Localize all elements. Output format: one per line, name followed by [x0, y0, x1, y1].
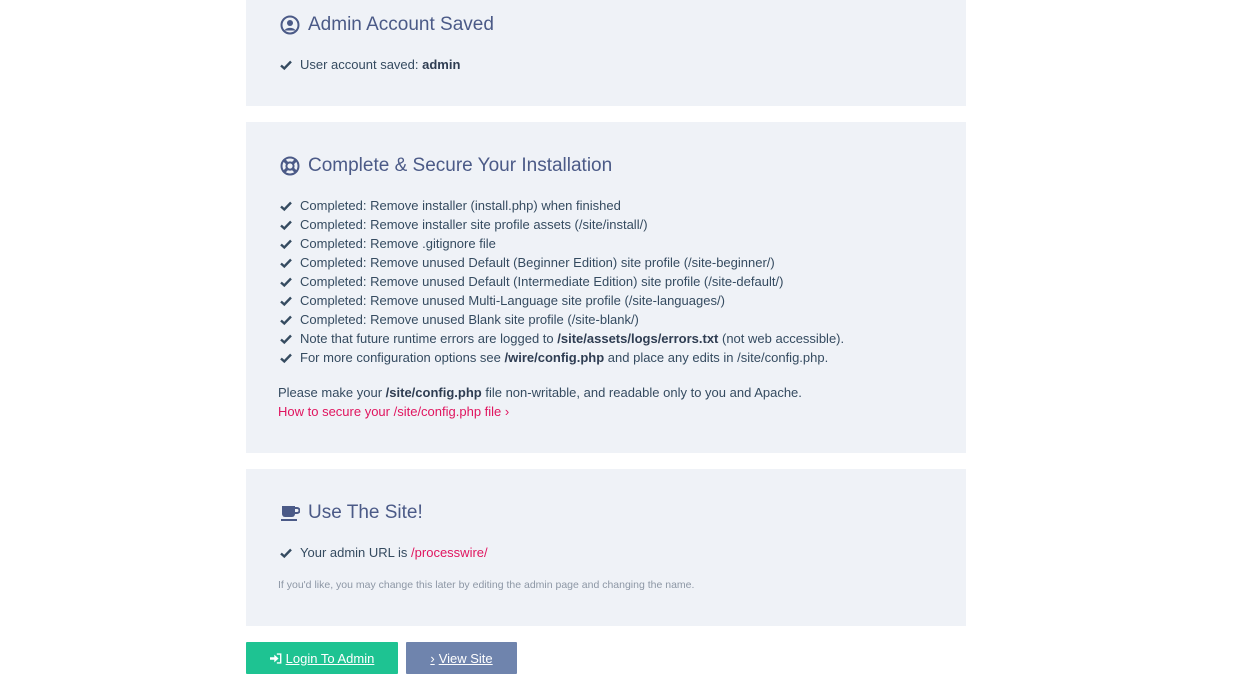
list-item: Completed: Remove unused Blank site prof…: [280, 310, 844, 329]
chevron-right-icon: ›: [504, 404, 510, 419]
saved-list: User account saved: admin: [280, 55, 460, 74]
admin-url-link[interactable]: /processwire/: [411, 543, 488, 562]
permissions-text-before: Please make your: [278, 385, 386, 400]
check-icon: [280, 258, 292, 268]
errors-log-path: /site/assets/logs/errors.txt: [557, 331, 719, 346]
life-ring-icon: [280, 156, 300, 176]
saved-item-text: User account saved:: [300, 57, 423, 72]
admin-account-saved-panel: Admin Account Saved User account saved: …: [246, 0, 966, 106]
use-the-site-title: Use The Site!: [308, 502, 423, 523]
sign-in-icon: [269, 652, 282, 664]
secure-config-link-label: How to secure your /site/config.php file: [278, 404, 502, 419]
list-item: Completed: Remove unused Default (Beginn…: [280, 253, 844, 272]
list-item: Completed: Remove .gitignore file: [280, 234, 844, 253]
check-icon: [280, 201, 292, 211]
list-item: Completed: Remove installer (install.php…: [280, 196, 844, 215]
login-button-label: Login To Admin: [285, 650, 375, 666]
errors-note-after: (not web accessible).: [718, 331, 845, 346]
config-note-after: and place any edits in /site/config.php.: [604, 350, 829, 365]
check-icon: [280, 315, 292, 325]
list-item: Note that future runtime errors are logg…: [280, 329, 844, 348]
site-config-path: /site/config.php: [385, 385, 482, 400]
use-list: Your admin URL is /processwire/: [280, 543, 488, 562]
chevron-right-icon: ›: [430, 650, 435, 666]
check-icon: [280, 334, 292, 344]
check-icon: [280, 277, 292, 287]
checklist-text: Completed: Remove unused Default (Interm…: [300, 274, 784, 289]
config-note-before: For more configuration options see: [300, 350, 505, 365]
login-to-admin-button[interactable]: Login To Admin: [246, 642, 398, 674]
view-site-button-label: View Site: [438, 650, 493, 666]
secure-checklist: Completed: Remove installer (install.php…: [280, 196, 844, 367]
view-site-button[interactable]: › View Site: [406, 642, 517, 674]
check-icon: [280, 353, 292, 363]
checklist-text: Completed: Remove .gitignore file: [300, 236, 496, 251]
checklist-text: Completed: Remove unused Multi-Language …: [300, 293, 725, 308]
complete-secure-heading: Complete & Secure Your Installation: [280, 155, 612, 177]
admin-url-label: Your admin URL is: [300, 545, 412, 560]
config-permissions-paragraph: Please make your /site/config.php file n…: [278, 383, 802, 402]
list-item: Your admin URL is /processwire/: [280, 543, 488, 562]
saved-username: admin: [422, 57, 461, 72]
coffee-icon: [281, 506, 300, 521]
permissions-text-after: file non-writable, and readable only to …: [481, 385, 802, 400]
use-the-site-panel: Use The Site! Your admin URL is /process…: [246, 469, 966, 626]
errors-note-before: Note that future runtime errors are logg…: [300, 331, 558, 346]
check-icon: [280, 239, 292, 249]
checklist-text: Completed: Remove unused Default (Beginn…: [300, 255, 775, 270]
user-circle-icon: [280, 15, 300, 35]
admin-url-hint: If you'd like, you may change this later…: [278, 579, 695, 591]
list-item: For more configuration options see /wire…: [280, 348, 844, 367]
complete-secure-title: Complete & Secure Your Installation: [308, 155, 613, 176]
list-item: Completed: Remove installer site profile…: [280, 215, 844, 234]
check-icon: [280, 296, 292, 306]
admin-account-saved-title: Admin Account Saved: [308, 14, 494, 35]
list-item: Completed: Remove unused Default (Interm…: [280, 272, 844, 291]
secure-config-link[interactable]: How to secure your /site/config.php file…: [278, 404, 509, 419]
complete-secure-panel: Complete & Secure Your Installation Comp…: [246, 122, 966, 453]
check-icon: [280, 548, 292, 558]
list-item: User account saved: admin: [280, 55, 460, 74]
wire-config-path: /wire/config.php: [504, 350, 605, 365]
checklist-text: Completed: Remove unused Blank site prof…: [300, 312, 639, 327]
list-item: Completed: Remove unused Multi-Language …: [280, 291, 844, 310]
admin-account-saved-heading: Admin Account Saved: [280, 14, 494, 36]
check-icon: [280, 60, 292, 70]
checklist-text: Completed: Remove installer (install.php…: [300, 198, 621, 213]
check-icon: [280, 220, 292, 230]
use-the-site-heading: Use The Site!: [280, 502, 423, 524]
checklist-text: Completed: Remove installer site profile…: [300, 217, 648, 232]
